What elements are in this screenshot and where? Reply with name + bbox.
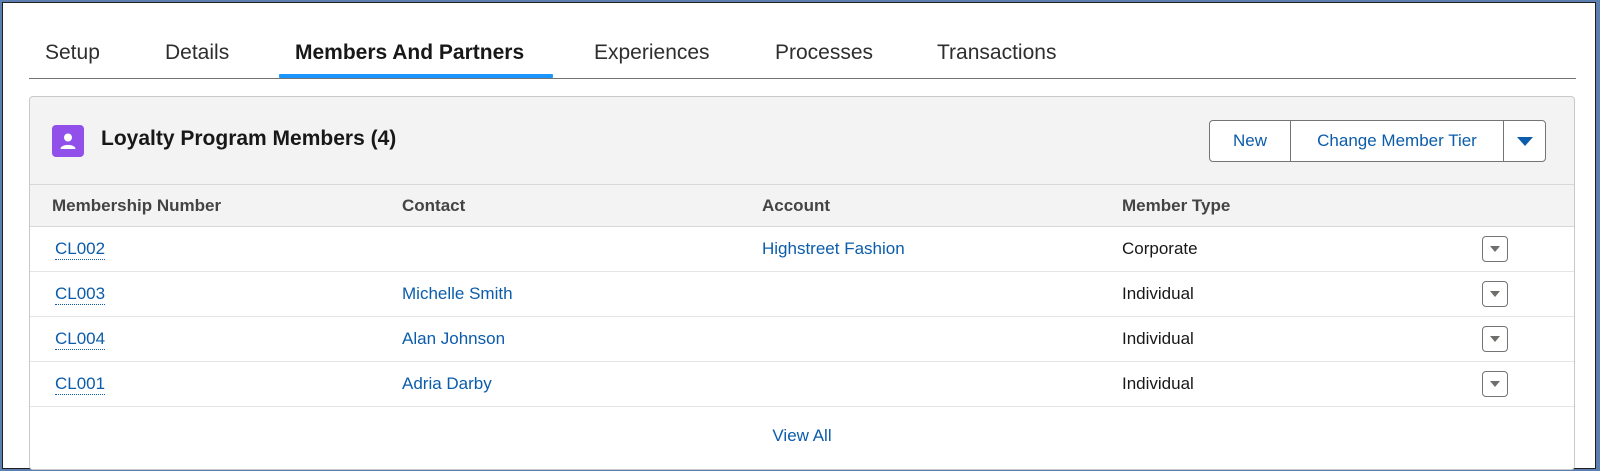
table-row: CL003 Michelle Smith Individual [30,272,1574,317]
membership-number-link[interactable]: CL004 [55,329,106,350]
tab-bar: Setup Details Members And Partners Exper… [29,27,1576,79]
row-actions-button[interactable] [1482,236,1508,262]
contact-link[interactable]: Alan Johnson [402,317,505,361]
tab-setup[interactable]: Setup [45,27,100,79]
members-table: Membership Number Contact Account Member… [30,184,1574,469]
contact-link[interactable]: Michelle Smith [402,272,513,316]
chevron-down-icon [1490,381,1500,387]
member-type: Individual [1122,284,1194,303]
member-type: Individual [1122,329,1194,348]
tab-processes[interactable]: Processes [775,27,873,79]
column-header-member-type[interactable]: Member Type [1122,185,1230,227]
new-button[interactable]: New [1209,120,1291,162]
member-type: Individual [1122,374,1194,393]
card-title: Loyalty Program Members (4) [101,127,397,150]
change-member-tier-button[interactable]: Change Member Tier [1290,120,1504,162]
membership-number-link[interactable]: CL001 [55,374,106,395]
contact-link[interactable]: Adria Darby [402,362,492,406]
table-row: CL002 Highstreet Fashion Corporate [30,227,1574,272]
loyalty-members-card: Loyalty Program Members (4) New Change M… [29,96,1575,470]
card-header: Loyalty Program Members (4) New Change M… [30,97,1574,185]
tab-members-and-partners[interactable]: Members And Partners [295,27,524,79]
more-actions-button[interactable] [1503,120,1546,162]
page-frame: Setup Details Members And Partners Exper… [2,2,1596,470]
account-link[interactable]: Highstreet Fashion [762,227,905,271]
tab-details[interactable]: Details [165,27,229,79]
view-all-link[interactable]: View All [30,407,1574,465]
chevron-down-icon [1490,336,1500,342]
chevron-down-icon [1516,136,1533,146]
card-footer: View All [30,407,1574,469]
chevron-down-icon [1490,246,1500,252]
table-header: Membership Number Contact Account Member… [30,184,1574,227]
user-icon [52,125,84,157]
column-header-account[interactable]: Account [762,185,830,227]
tab-transactions[interactable]: Transactions [937,27,1056,79]
row-actions-button[interactable] [1482,371,1508,397]
chevron-down-icon [1490,291,1500,297]
row-actions-button[interactable] [1482,281,1508,307]
table-row: CL001 Adria Darby Individual [30,362,1574,407]
table-row: CL004 Alan Johnson Individual [30,317,1574,362]
member-type: Corporate [1122,239,1198,258]
active-tab-indicator [279,74,553,78]
tab-experiences[interactable]: Experiences [594,27,710,79]
membership-number-link[interactable]: CL002 [55,239,106,260]
column-header-membership-number[interactable]: Membership Number [52,185,221,227]
membership-number-link[interactable]: CL003 [55,284,106,305]
row-actions-button[interactable] [1482,326,1508,352]
column-header-contact[interactable]: Contact [402,185,465,227]
card-action-buttons: New Change Member Tier [1209,120,1546,162]
